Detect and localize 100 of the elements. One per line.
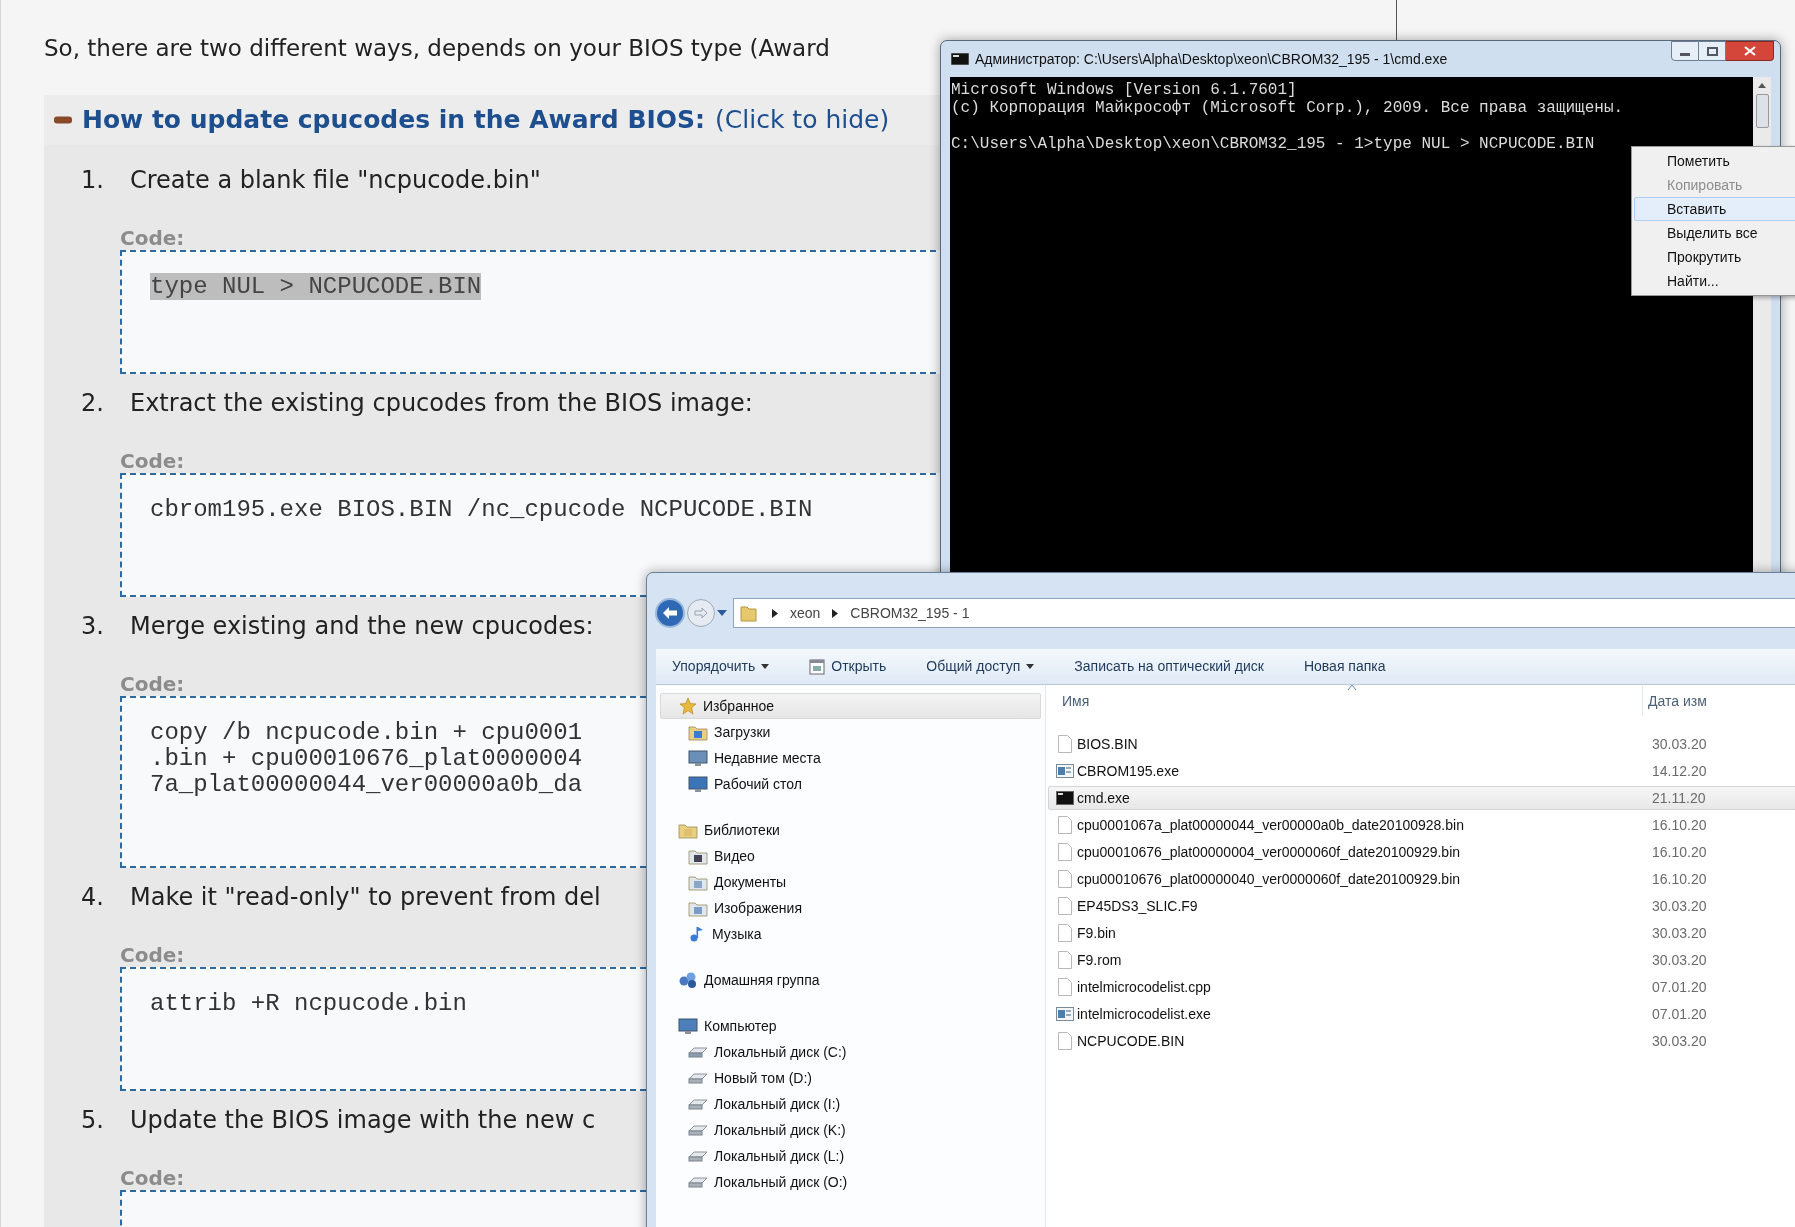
step-text: Make it "read-only" to prevent from del (130, 882, 601, 913)
nav-item[interactable]: Изображения (660, 895, 1041, 921)
file-icon (1057, 1032, 1072, 1050)
file-row[interactable]: F9.rom 30.03.20 (1048, 948, 1795, 972)
file-row[interactable]: cpu00010676_plat00000040_ver0000060f_date20100929.bin 16.10.20 (1048, 867, 1795, 891)
file-row[interactable]: EP45DS3_SLIC.F9 30.03.20 (1048, 894, 1795, 918)
code-line: cbrom195.exe BIOS.BIN /nc_cpucode NCPUCODE.BIN (150, 496, 813, 523)
window-icon (809, 658, 826, 675)
nav-label: Домашняя группа (704, 970, 820, 990)
column-header[interactable]: Имя (1062, 690, 1642, 712)
menu-item[interactable]: Найти... (1634, 269, 1795, 293)
file-row[interactable]: cpu00010676_plat00000004_ver0000060f_date20100929.bin 16.10.20 (1048, 840, 1795, 864)
toolbar-button[interactable]: Упорядочить (666, 653, 776, 680)
file-name: F9.bin (1077, 923, 1117, 943)
folder-icon (740, 604, 760, 622)
file-icon (1057, 951, 1072, 969)
toolbar-button[interactable]: Открыть (803, 653, 893, 680)
nav-group[interactable]: Домашняя группа (660, 967, 1041, 993)
nav-group[interactable]: Избранное (660, 693, 1041, 719)
menu-item[interactable]: Пометить (1634, 149, 1795, 173)
chevron-icon (832, 608, 839, 618)
nav-item[interactable]: Новый том (D:) (660, 1065, 1041, 1091)
nav-label: Документы (714, 872, 787, 892)
arrow-right-icon (694, 607, 708, 619)
step-text: Extract the existing cpucodes from the BIOS image: (130, 388, 753, 419)
application-icon (1055, 1006, 1074, 1022)
dropdown-icon[interactable] (717, 610, 727, 616)
nav-item[interactable]: Локальный диск (K:) (660, 1117, 1041, 1143)
file-date: 30.03.20 (1652, 1031, 1707, 1051)
toolbar-button[interactable]: Записать на оптический диск (1068, 653, 1270, 680)
nav-label: Видео (714, 846, 755, 866)
file-date: 30.03.20 (1652, 896, 1707, 916)
toolbar-button[interactable]: Новая папка (1297, 653, 1392, 680)
scroll-thumb[interactable] (1755, 94, 1769, 128)
code-label: Code: (120, 450, 185, 472)
file-row[interactable]: cmd.exe 21.11.20 (1048, 786, 1795, 810)
file-icon (1057, 870, 1072, 888)
menu-item[interactable]: Вставить (1634, 197, 1795, 221)
nav-item[interactable]: Локальный диск (O:) (660, 1169, 1041, 1195)
nav-label: Компьютер (704, 1016, 777, 1036)
nav-item[interactable]: Локальный диск (L:) (660, 1143, 1041, 1169)
breadcrumb-item[interactable]: xeon (790, 602, 821, 624)
nav-label: Локальный диск (C:) (714, 1042, 847, 1062)
star-icon (679, 697, 697, 715)
maximize-button[interactable] (1699, 41, 1726, 61)
nav-group[interactable]: Библиотеки (660, 817, 1041, 843)
drive-icon (688, 1071, 708, 1085)
scroll-up-icon[interactable] (1758, 83, 1766, 88)
nav-item[interactable]: Видео (660, 843, 1041, 869)
caret-icon (761, 664, 770, 669)
minimize-button[interactable] (1671, 41, 1699, 61)
nav-item[interactable]: Локальный диск (C:) (660, 1039, 1041, 1065)
drive-icon (688, 1149, 708, 1163)
file-name: NCPUCODE.BIN (1077, 1031, 1186, 1051)
nav-item[interactable]: Музыка (660, 921, 1041, 947)
file-row[interactable]: F9.bin 30.03.20 (1048, 921, 1795, 945)
drive-icon (688, 1123, 708, 1137)
file-row[interactable]: cpu0001067a_plat00000044_ver00000a0b_date20100928.bin 16.10.20 (1048, 813, 1795, 837)
file-icon (1057, 735, 1072, 753)
console-icon (1055, 790, 1074, 806)
homegroup-icon (678, 971, 698, 989)
file-row[interactable]: CBROM195.exe 14.12.20 (1048, 759, 1795, 783)
nav-item[interactable]: Документы (660, 869, 1041, 895)
step-number: 1. (81, 165, 105, 196)
file-row[interactable]: BIOS.BIN 30.03.20 (1048, 732, 1795, 756)
file-name: F9.rom (1077, 950, 1123, 970)
nav-label: Локальный диск (O:) (714, 1172, 848, 1192)
file-icon (1057, 924, 1072, 942)
nav-item[interactable]: Загрузки (660, 719, 1041, 745)
file-row[interactable]: NCPUCODE.BIN 30.03.20 (1048, 1029, 1795, 1053)
toolbar-button[interactable]: Общий доступ (920, 653, 1041, 680)
folder-icon (688, 723, 708, 741)
breadcrumb-item[interactable]: CBROM32_195 - 1 (850, 602, 970, 624)
chevron-icon (772, 608, 778, 618)
nav-item[interactable]: Недавние места (660, 745, 1041, 771)
toggle-link[interactable]: (Click to hide) (715, 101, 890, 139)
file-name: intelmicrocodelist.cpp (1077, 977, 1212, 997)
nav-label: Избранное (703, 696, 774, 716)
nav-label: Недавние места (714, 748, 821, 768)
caret-icon (1026, 664, 1035, 669)
nav-item[interactable]: Рабочий стол (660, 771, 1041, 797)
drive-icon (688, 1097, 708, 1111)
menu-item[interactable]: Прокрутить (1634, 245, 1795, 269)
column-header[interactable]: Дата изм (1648, 690, 1707, 712)
nav-label: Локальный диск (L:) (714, 1146, 845, 1166)
file-date: 14.12.20 (1652, 761, 1707, 781)
nav-item[interactable]: Локальный диск (I:) (660, 1091, 1041, 1117)
step-number: 2. (81, 388, 105, 419)
close-button[interactable] (1726, 41, 1774, 61)
section-title: How to update cpucodes in the Award BIOS: (82, 104, 706, 137)
file-row[interactable]: intelmicrocodelist.cpp 07.01.20 (1048, 975, 1795, 999)
back-button[interactable] (655, 598, 685, 628)
step-number: 4. (81, 882, 105, 913)
file-row[interactable]: intelmicrocodelist.exe 07.01.20 (1048, 1002, 1795, 1026)
step-text: Update the BIOS image with the new c (130, 1105, 596, 1136)
nav-label: Загрузки (714, 722, 771, 742)
address-bar[interactable]: xeon CBROM32_195 - 1 (733, 598, 1795, 628)
nav-group[interactable]: Компьютер (660, 1013, 1041, 1039)
menu-item[interactable]: Выделить все (1634, 221, 1795, 245)
file-name: cpu00010676_plat00000040_ver0000060f_date20100929.bin (1077, 869, 1462, 889)
